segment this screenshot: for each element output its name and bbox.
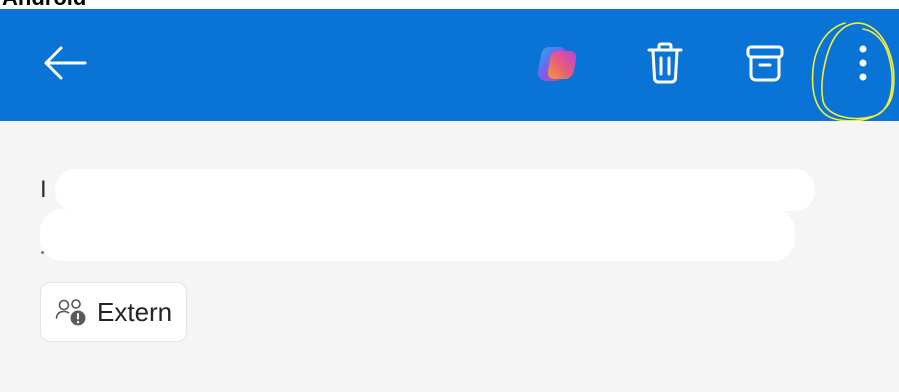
message-content: I Extern (0, 121, 899, 392)
top-app-bar (0, 9, 899, 122)
caption-heading: Android (2, 0, 86, 9)
archive-button[interactable] (730, 9, 800, 121)
archive-icon (745, 43, 785, 88)
delete-button[interactable] (630, 9, 700, 121)
external-sender-tag[interactable]: Extern (40, 282, 188, 342)
copilot-button[interactable] (522, 9, 592, 121)
redacted-area (40, 209, 795, 261)
text-fragment (41, 251, 44, 254)
arrow-left-icon (43, 45, 87, 86)
external-sender-label: Extern (97, 296, 173, 327)
message-subject: I (40, 176, 47, 203)
copilot-icon (535, 41, 579, 90)
redacted-area (55, 169, 815, 211)
top-caption-strip: Android (0, 0, 899, 9)
back-button[interactable] (30, 9, 100, 121)
trash-icon (645, 41, 685, 90)
mail-reading-screen: Android (0, 0, 899, 392)
external-people-icon (55, 297, 89, 327)
more-vertical-icon (857, 43, 869, 88)
more-options-button[interactable] (828, 9, 898, 121)
